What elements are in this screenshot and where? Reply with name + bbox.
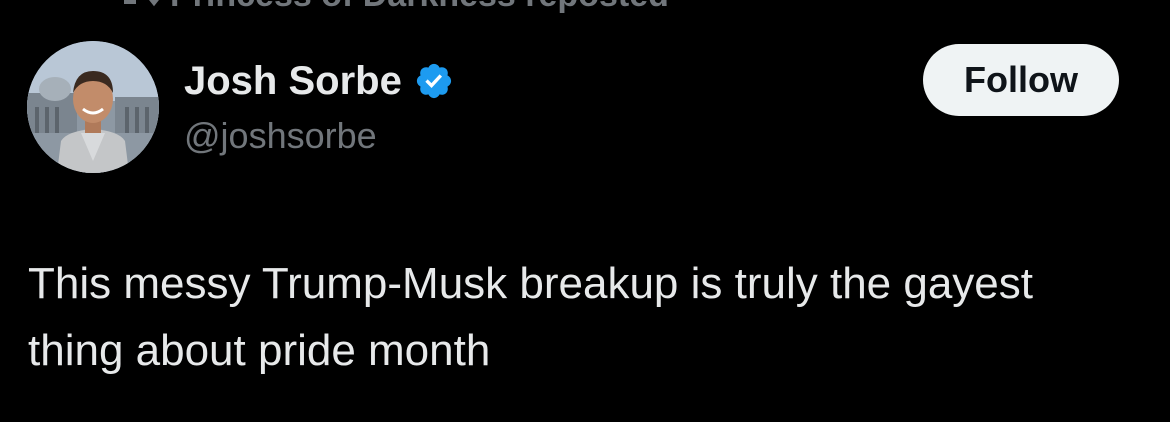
tweet-text: This messy Trump-Musk breakup is truly t… (28, 259, 1033, 375)
author-display-name[interactable]: Josh Sorbe (184, 58, 402, 104)
repost-indicator[interactable]: Princess of Darkness reposted (120, 0, 669, 14)
follow-button[interactable]: Follow (923, 44, 1119, 116)
author-name-row[interactable]: Josh Sorbe (184, 58, 454, 104)
repost-label: Princess of Darkness reposted (170, 0, 669, 15)
avatar[interactable] (27, 41, 159, 173)
repost-icon (124, 0, 159, 7)
author-handle[interactable]: @joshsorbe (184, 114, 377, 158)
verified-badge-icon (416, 63, 451, 99)
